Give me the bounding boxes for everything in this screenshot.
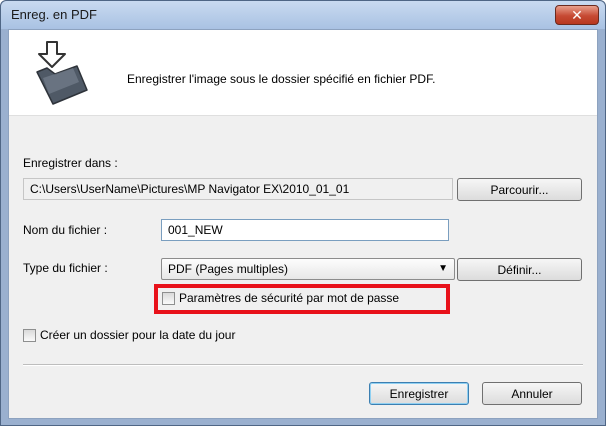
save-in-label: Enregistrer dans : — [23, 156, 118, 170]
close-icon: ✕ — [571, 6, 583, 23]
title-bar[interactable]: Enreg. en PDF ✕ — [1, 1, 605, 29]
window-title: Enreg. en PDF — [11, 7, 97, 22]
password-security-label: Paramètres de sécurité par mot de passe — [179, 291, 400, 305]
dialog-body: Enregistrer l'image sous le dossier spéc… — [8, 29, 598, 419]
save-path-field: C:\Users\UserName\Pictures\MP Navigator … — [23, 178, 453, 200]
date-folder-checkbox[interactable] — [23, 328, 36, 342]
file-type-selected: PDF (Pages multiples) — [168, 262, 289, 276]
file-name-label: Nom du fichier : — [23, 223, 108, 237]
date-folder-label: Créer un dossier pour la date du jour — [40, 328, 236, 342]
separator — [23, 364, 583, 366]
header-band: Enregistrer l'image sous le dossier spéc… — [9, 30, 597, 116]
password-security-option[interactable]: Paramètres de sécurité par mot de passe — [162, 291, 399, 305]
close-button[interactable]: ✕ — [555, 5, 599, 25]
folder-save-arrow-icon — [36, 41, 88, 105]
dropdown-arrow-icon: ▼ — [438, 263, 448, 274]
browse-button[interactable]: Parcourir... — [457, 178, 582, 201]
cancel-button[interactable]: Annuler — [482, 382, 582, 405]
dialog-window: Enreg. en PDF ✕ Enregistrer l'image sous… — [0, 0, 606, 426]
define-button[interactable]: Définir... — [457, 258, 582, 281]
save-button[interactable]: Enregistrer — [369, 382, 469, 405]
password-security-checkbox[interactable] — [162, 291, 175, 305]
file-type-select[interactable]: PDF (Pages multiples) ▼ — [161, 258, 455, 280]
file-type-label: Type du fichier : — [23, 261, 108, 275]
header-message: Enregistrer l'image sous le dossier spéc… — [127, 72, 436, 86]
file-name-input[interactable]: 001_NEW — [161, 219, 449, 241]
date-folder-option[interactable]: Créer un dossier pour la date du jour — [23, 328, 235, 342]
